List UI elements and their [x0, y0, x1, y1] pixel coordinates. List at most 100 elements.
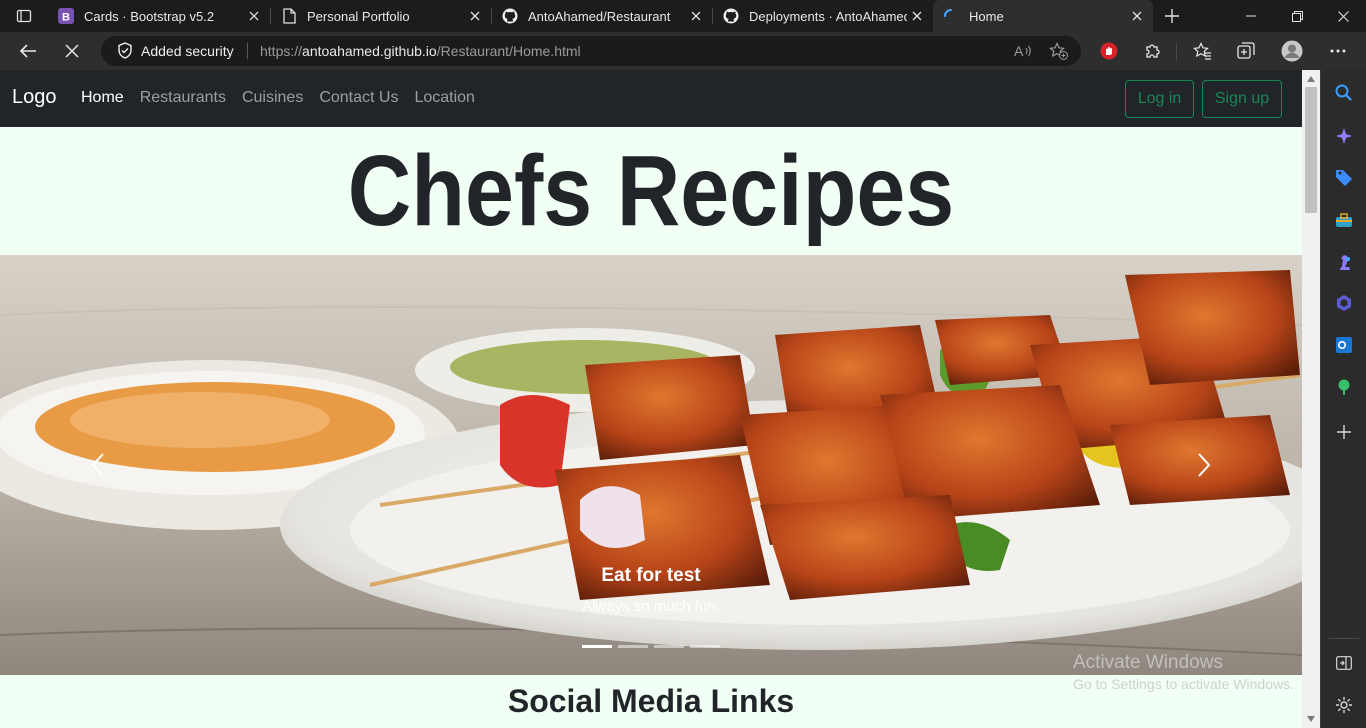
url-text[interactable]: https://antoahamed.github.io/Restaurant/… [260, 43, 581, 59]
carousel-caption-title: Eat for test [601, 565, 701, 586]
settings-menu-button[interactable] [1324, 37, 1352, 65]
address-divider [247, 43, 248, 59]
scrollbar-thumb[interactable] [1305, 87, 1317, 213]
site-navbar: Logo Home Restaurants Cuisines Contact U… [0, 70, 1302, 127]
tab-title: Cards · Bootstrap v5.2 [84, 8, 215, 24]
carousel-indicator[interactable] [582, 645, 612, 648]
plus-icon [1165, 9, 1179, 23]
close-window-button[interactable] [1320, 0, 1366, 32]
back-button[interactable] [14, 37, 42, 65]
site-security-indicator[interactable]: Added security [117, 42, 234, 59]
toolbar-divider [1176, 44, 1177, 60]
page-title: Chefs Recipes [347, 134, 955, 247]
restore-button[interactable] [1274, 0, 1320, 32]
nav-link-location[interactable]: Location [414, 89, 475, 107]
carousel-prev-button[interactable] [83, 450, 113, 480]
nav-links: Home Restaurants Cuisines Contact Us Loc… [81, 89, 475, 107]
tree-icon [1338, 379, 1350, 395]
extension-adblock-button[interactable] [1095, 37, 1123, 65]
collections-button[interactable] [1232, 37, 1260, 65]
watermark-title: Activate Windows [1073, 652, 1223, 673]
sidebar-search-button[interactable] [1333, 82, 1355, 104]
toolbox-icon [1336, 213, 1352, 227]
sidebar-divider [1329, 638, 1359, 639]
read-aloud-icon: A [1014, 43, 1031, 59]
carousel-indicator[interactable] [618, 645, 648, 648]
favorites-icon [1192, 42, 1211, 60]
sidebar-tree-button[interactable] [1333, 376, 1355, 398]
sidebar-add-button[interactable] [1333, 421, 1355, 443]
scroll-down-arrow[interactable] [1306, 714, 1316, 724]
tab-title: Personal Portfolio [307, 8, 410, 24]
nav-link-home[interactable]: Home [81, 89, 124, 107]
sidebar-outlook-button[interactable] [1333, 334, 1355, 356]
carousel-indicator[interactable] [654, 645, 684, 648]
collections-icon [1237, 42, 1255, 59]
tab-github-restaurant[interactable]: AntoAhamed/Restaurant [492, 0, 712, 32]
tab-title: Home [969, 8, 1004, 24]
watermark-subtitle: Go to Settings to activate Windows. [1073, 676, 1294, 692]
close-icon[interactable] [907, 6, 927, 26]
bootstrap-icon: B [58, 8, 74, 24]
sparkle-icon [1336, 128, 1352, 144]
sidebar-toggle-icon [1336, 656, 1352, 670]
tab-github-deployments[interactable]: Deployments · AntoAhamed/ [713, 0, 933, 32]
tab-actions-icon [16, 9, 32, 23]
restore-icon [1291, 10, 1303, 22]
favorites-button[interactable] [1188, 37, 1216, 65]
nav-link-restaurants[interactable]: Restaurants [140, 89, 226, 107]
site-logo[interactable]: Logo [12, 86, 57, 109]
tab-title: Deployments · AntoAhamed/ [749, 8, 907, 24]
workspaces-button[interactable] [10, 6, 38, 26]
nav-link-contact-us[interactable]: Contact Us [319, 89, 398, 107]
address-bar[interactable]: Added security https://antoahamed.github… [101, 36, 1081, 66]
extensions-button[interactable] [1139, 37, 1167, 65]
new-tab-button[interactable] [1160, 4, 1184, 28]
tab-home[interactable]: Home [933, 0, 1153, 32]
minimize-icon [1246, 15, 1256, 17]
tab-portfolio[interactable]: Personal Portfolio [271, 0, 491, 32]
profile-button[interactable] [1278, 37, 1306, 65]
sidebar-hide-button[interactable] [1333, 652, 1355, 674]
back-arrow-icon [19, 44, 36, 58]
close-icon[interactable] [686, 6, 706, 26]
close-icon[interactable] [465, 6, 485, 26]
tab-bootstrap[interactable]: B Cards · Bootstrap v5.2 [48, 0, 270, 32]
sidebar-settings-button[interactable] [1333, 694, 1355, 716]
signup-button[interactable]: Sign up [1202, 80, 1282, 118]
carousel-caption-text: Always so much fun. [582, 598, 720, 615]
login-button[interactable]: Log in [1125, 80, 1194, 118]
carousel-indicator[interactable] [690, 645, 720, 648]
sidebar-office-button[interactable] [1333, 292, 1355, 314]
url-prefix: https:// [260, 43, 303, 59]
url-host: antoahamed.github.io [302, 43, 437, 59]
read-aloud-button[interactable]: A [1013, 41, 1033, 61]
url-path: /Restaurant/Home.html [436, 43, 581, 59]
tab-strip: B Cards · Bootstrap v5.2 Personal Portfo… [0, 0, 1366, 32]
minimize-button[interactable] [1228, 0, 1274, 32]
github-icon [502, 8, 518, 24]
windows-activation-watermark: Activate Windows Go to Settings to activ… [1073, 652, 1294, 692]
page-scrollbar[interactable] [1302, 70, 1320, 728]
chess-piece-icon [1340, 255, 1350, 270]
close-icon[interactable] [1127, 6, 1147, 26]
close-icon[interactable] [244, 6, 264, 26]
edge-sidebar [1320, 70, 1366, 728]
scroll-up-arrow[interactable] [1306, 74, 1316, 84]
page-viewport: Logo Home Restaurants Cuisines Contact U… [0, 70, 1302, 728]
sidebar-tools-button[interactable] [1333, 209, 1355, 231]
nav-link-cuisines[interactable]: Cuisines [242, 89, 303, 107]
star-plus-icon [1048, 42, 1068, 60]
sidebar-copilot-button[interactable] [1333, 125, 1355, 147]
carousel-next-button[interactable] [1189, 450, 1219, 480]
chevron-right-icon [1198, 453, 1211, 477]
add-favorite-button[interactable] [1048, 41, 1068, 61]
sidebar-games-button[interactable] [1333, 251, 1355, 273]
stop-loading-button[interactable] [58, 37, 86, 65]
adblock-icon [1100, 42, 1118, 60]
sidebar-shopping-button[interactable] [1333, 166, 1355, 188]
tab-title: AntoAhamed/Restaurant [528, 8, 671, 24]
browser-toolbar: Added security https://antoahamed.github… [0, 32, 1366, 70]
shield-icon [118, 42, 132, 59]
image-carousel: Eat for test Always so much fun. [0, 255, 1302, 675]
